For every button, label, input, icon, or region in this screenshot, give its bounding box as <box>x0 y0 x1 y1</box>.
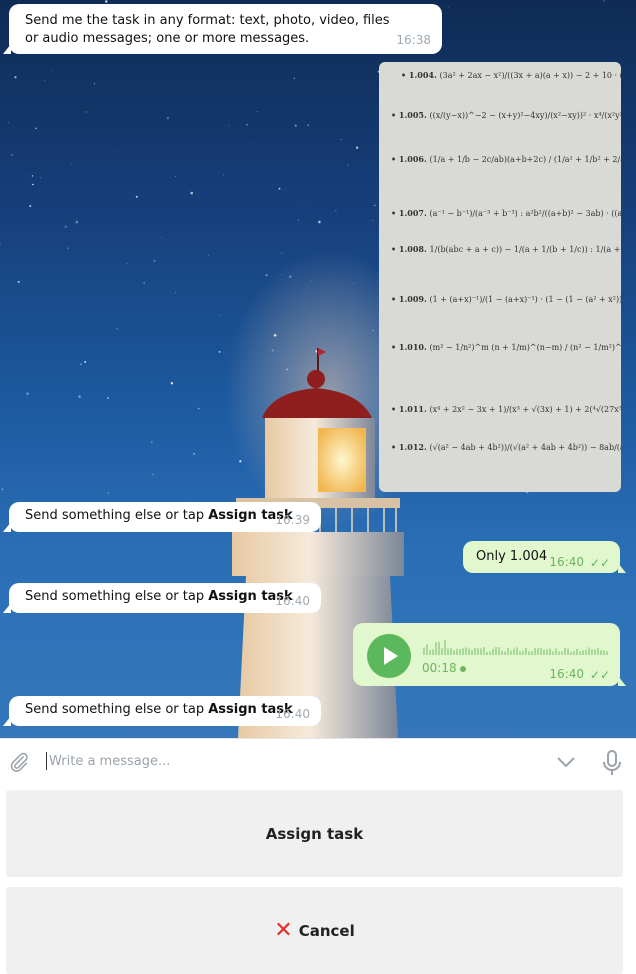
message-bubble-incoming: Send something else or tap Assign task 1… <box>3 583 321 613</box>
message-time: 16:40 <box>549 555 584 569</box>
exercise-expression: (3a² + 2ax − x²)/((3x + a)(a + x)) − 2 +… <box>439 71 621 80</box>
cancel-icon: ✕ <box>274 917 293 943</box>
read-checks-icon: ✓✓ <box>589 668 610 682</box>
exercise-number: • 1.006. <box>391 154 430 164</box>
exercise-number: • 1.007. <box>391 208 430 218</box>
exercise-expression: (1/a + 1/b − 2c/ab)(a+b+2c) / (1/a² + 1/… <box>429 155 621 164</box>
waveform[interactable] <box>423 637 609 655</box>
text-caret <box>46 752 47 770</box>
exercise-expression: (1 + (a+x)⁻¹)/(1 − (a+x)⁻¹) · (1 − (1 − … <box>429 295 621 304</box>
message-time: 16:40 <box>275 594 310 608</box>
exercise-expression: (m² − 1/n²)^m (n + 1/m)^(n−m) / (n² − 1/… <box>429 343 621 352</box>
message-text: Only 1.004 <box>476 549 548 564</box>
unplayed-dot-icon <box>460 666 466 672</box>
exercise-number: • 1.008. <box>391 244 430 254</box>
chat-area: Send me the task in any format: text, ph… <box>0 0 636 738</box>
exercise-number: • 1.011. <box>391 404 430 414</box>
message-bubble-outgoing: Only 1.004 16:40 ✓✓ <box>463 541 626 573</box>
exercise-expression: 1/(b(abc + a + c)) − 1/(a + 1/(b + 1/c))… <box>429 245 621 254</box>
exercise-number: • 1.012. <box>391 442 430 452</box>
voice-message-bubble: 00:18 16:40 ✓✓ <box>353 623 626 686</box>
cancel-label: Cancel <box>298 921 355 940</box>
exercise-expression: (x⁴ + 2x² − 3x + 1)/(x³ + √(3x) + 1) + 2… <box>429 405 621 414</box>
message-text: Send something else or tap Assign task <box>25 589 293 604</box>
photo-exercise-row: • 1.010. (m² − 1/n²)^m (n + 1/m)^(n−m) /… <box>391 342 621 352</box>
photo-exercise-row: • 1.009. (1 + (a+x)⁻¹)/(1 − (a+x)⁻¹) · (… <box>391 294 621 304</box>
photo-exercise-row: • 1.007. (a⁻¹ − b⁻¹)/(a⁻³ + b⁻³) : a²b²/… <box>391 208 621 218</box>
photo-exercise-row: • 1.005. ((x/(y−x))^−2 − (x+y)²−4xy)/(x²… <box>391 110 621 120</box>
assign-task-button[interactable]: Assign task <box>6 790 623 877</box>
message-bubble-incoming: Send me the task in any format: text, ph… <box>3 4 442 54</box>
message-bubble-incoming: Send something else or tap Assign task 1… <box>3 502 321 532</box>
photo-exercise-row: • 1.004. (3a² + 2ax − x²)/((3x + a)(a + … <box>401 70 621 80</box>
exercise-number: • 1.005. <box>391 110 430 120</box>
photo-message[interactable]: • 1.004. (3a² + 2ax − x²)/((3x + a)(a + … <box>379 62 621 492</box>
attach-icon[interactable] <box>8 751 30 773</box>
message-bubble-incoming: Send something else or tap Assign task 1… <box>3 696 321 726</box>
voice-duration: 00:18 <box>422 661 457 675</box>
message-time: 16:40 <box>275 707 310 721</box>
exercise-expression: (a⁻¹ − b⁻¹)/(a⁻³ + b⁻³) : a²b²/((a+b)² −… <box>429 209 621 218</box>
cancel-button[interactable]: ✕ Cancel <box>6 887 623 974</box>
message-time: 16:39 <box>275 513 310 527</box>
exercise-expression: (√(a² − 4ab + 4b²))/(√(a² + 4ab + 4b²)) … <box>429 443 621 452</box>
exercise-number: • 1.010. <box>391 342 430 352</box>
message-time: 16:40 <box>549 667 584 681</box>
play-icon[interactable] <box>367 634 411 678</box>
photo-exercise-row: • 1.012. (√(a² − 4ab + 4b²))/(√(a² + 4ab… <box>391 442 621 452</box>
message-input[interactable]: Write a message... <box>49 754 170 769</box>
assign-task-label: Assign task <box>265 824 364 843</box>
photo-exercise-row: • 1.006. (1/a + 1/b − 2c/ab)(a+b+2c) / (… <box>391 154 621 164</box>
message-time: 16:38 <box>396 33 431 47</box>
message-text: Send me the task in any format: text, ph… <box>25 13 390 46</box>
photo-exercise-row: • 1.008. 1/(b(abc + a + c)) − 1/(a + 1/(… <box>391 244 621 254</box>
message-text: Send something else or tap Assign task <box>25 508 293 523</box>
chevron-down-icon[interactable] <box>556 755 576 769</box>
message-composer: Write a message... <box>0 738 636 786</box>
exercise-number: • 1.004. <box>401 70 440 80</box>
read-checks-icon: ✓✓ <box>589 556 610 570</box>
exercise-number: • 1.009. <box>391 294 430 304</box>
exercise-expression: ((x/(y−x))^−2 − (x+y)²−4xy)/(x²−xy))² · … <box>429 111 621 120</box>
message-text: Send something else or tap Assign task <box>25 702 293 717</box>
photo-exercise-row: • 1.011. (x⁴ + 2x² − 3x + 1)/(x³ + √(3x)… <box>391 404 621 414</box>
microphone-icon[interactable] <box>602 750 622 776</box>
